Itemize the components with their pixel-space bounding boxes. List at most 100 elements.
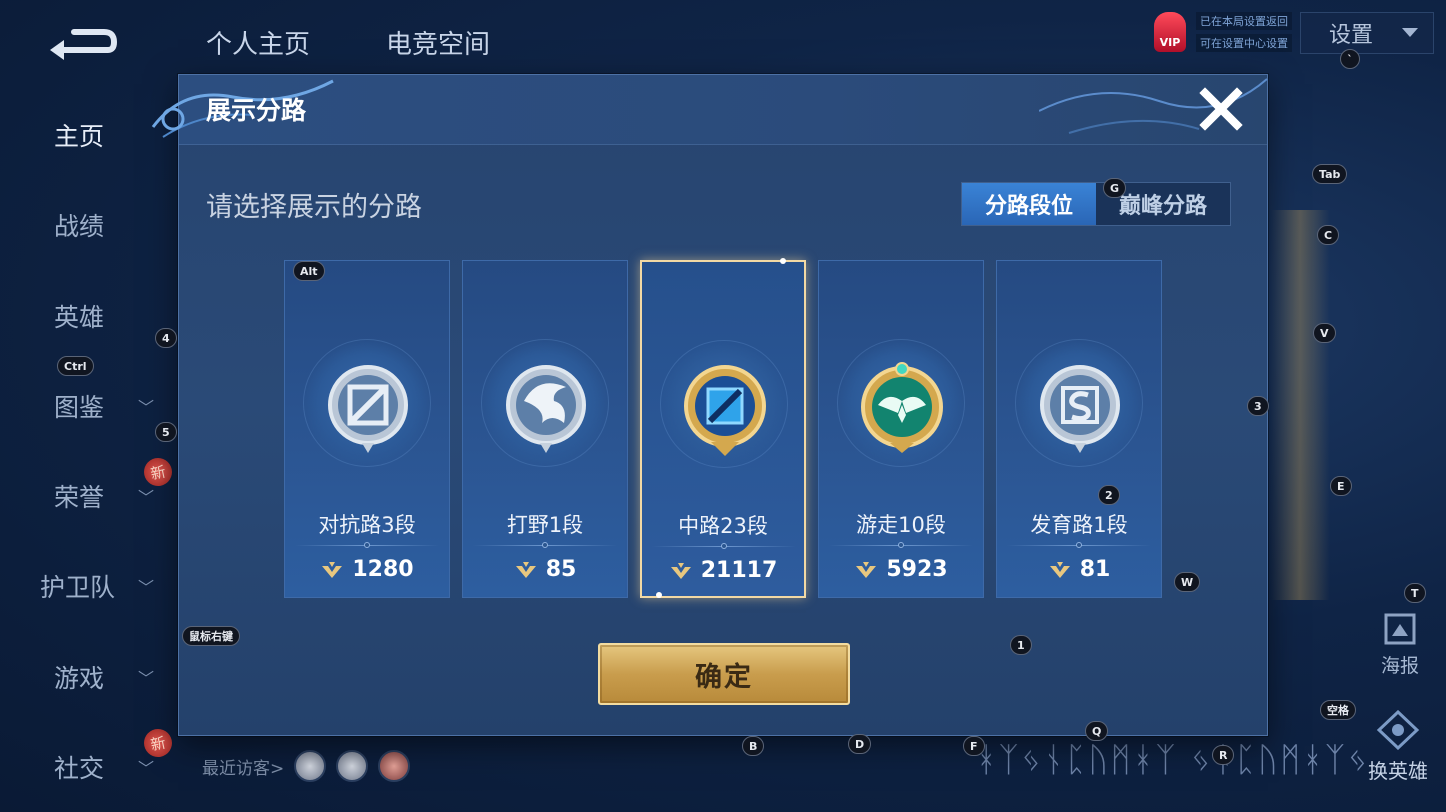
key-hint-3: 3 <box>1247 396 1269 416</box>
chevron-down-icon: ﹀ <box>138 488 155 507</box>
lane-card-score-value: 85 <box>545 557 577 582</box>
key-hint-4: 4 <box>155 328 177 348</box>
lane-card-score: 81 <box>997 557 1161 582</box>
key-hint-c: C <box>1317 225 1340 245</box>
settings-dropdown[interactable]: 设置 <box>1300 12 1434 54</box>
divider-dot <box>898 542 904 548</box>
sidebar-item-label: 护卫队 <box>40 573 116 602</box>
lane-card-score: 21117 <box>642 558 804 583</box>
key-hint-g: G <box>1103 178 1127 198</box>
lane-card-clash[interactable]: 对抗路3段 1280 <box>284 260 450 598</box>
key-hint-tab: Tab <box>1312 164 1348 184</box>
dialog-subtitle: 请选择展示的分路 <box>206 192 422 223</box>
key-hint-e: E <box>1330 476 1352 496</box>
key-hint-1: 1 <box>1010 635 1032 655</box>
chevron-down-icon: ﹀ <box>138 398 155 417</box>
confirm-button[interactable]: 确定 <box>598 643 850 705</box>
lane-card-mid[interactable]: 中路23段 21117 <box>640 258 806 598</box>
chevron-down-icon <box>1402 28 1418 37</box>
hero-backdrop-decoration <box>1270 210 1330 600</box>
lane-card-score-value: 81 <box>1079 557 1111 582</box>
lane-card-score-value: 1280 <box>352 557 414 582</box>
tab-esports-space[interactable]: 电竞空间 <box>386 24 490 61</box>
key-hint-v: V <box>1313 323 1336 343</box>
lane-card-score-value: 5923 <box>886 557 948 582</box>
sidebar: 主页 战绩 英雄 图鉴 ﹀ 荣誉新 ﹀ 护卫队 ﹀ 游戏 ﹀ 社交新 ﹀ <box>0 90 180 812</box>
lane-mode-toggle: 分路段位 巅峰分路 <box>961 182 1231 226</box>
lane-card-name: 对抗路3段 <box>318 513 416 537</box>
farm-lane-emblem-icon <box>1040 365 1120 453</box>
proficiency-icon <box>515 561 536 578</box>
clash-lane-emblem-icon <box>328 365 408 453</box>
avatar[interactable] <box>378 750 411 782</box>
key-hint-5: 5 <box>155 422 177 442</box>
sidebar-item-label: 战绩 <box>54 212 105 241</box>
key-hint-ctrl: Ctrl <box>57 356 94 376</box>
vip-icon: VIP <box>1154 12 1186 52</box>
recent-visitors-label: 最近访客> <box>202 758 285 779</box>
jungle-emblem-icon <box>506 365 586 453</box>
divider-dot <box>1076 542 1082 548</box>
sidebar-item-label: 图鉴 <box>54 393 105 422</box>
sidebar-item-guard-team[interactable]: 护卫队 ﹀ <box>0 556 180 616</box>
recent-visitors[interactable]: 最近访客> <box>202 750 411 782</box>
sidebar-item-social[interactable]: 社交新 ﹀ <box>0 726 180 797</box>
lane-card-farm[interactable]: 发育路1段 81 <box>996 260 1162 598</box>
sidebar-item-codex[interactable]: 图鉴 ﹀ <box>0 376 180 436</box>
swap-hero-icon <box>1376 709 1420 751</box>
display-lane-dialog: 展示分路 请选择展示的分路 分路段位 巅峰分路 对抗路3段 1280 打野1段 … <box>151 74 1268 736</box>
selection-corner-dot <box>656 592 662 598</box>
divider-dot <box>542 542 548 548</box>
lane-card-jungle[interactable]: 打野1段 85 <box>462 260 628 598</box>
lane-card-score: 5923 <box>819 557 983 582</box>
back-arrow-icon[interactable] <box>44 22 118 62</box>
proficiency-icon <box>1049 561 1070 578</box>
chevron-down-icon: ﹀ <box>138 578 155 597</box>
poster-label: 海报 <box>1380 655 1419 677</box>
key-hint-2: 2 <box>1098 485 1120 505</box>
key-hint-w: W <box>1174 572 1201 592</box>
sidebar-item-label: 英雄 <box>54 303 105 332</box>
sidebar-item-heroes[interactable]: 英雄 <box>0 286 180 346</box>
poster-icon <box>1384 613 1416 645</box>
key-hint-backtick: ` <box>1340 49 1360 69</box>
proficiency-icon <box>856 561 877 578</box>
selection-corner-dot <box>780 258 786 264</box>
sidebar-item-label: 荣誉 <box>54 483 105 512</box>
poster-button[interactable]: 海报 <box>1372 612 1428 682</box>
key-hint-b: B <box>742 736 765 756</box>
close-icon[interactable] <box>1197 85 1245 133</box>
tab-personal-home[interactable]: 个人主页 <box>206 24 310 61</box>
lane-card-name: 打野1段 <box>506 513 584 537</box>
key-hint-alt: Alt <box>293 261 325 281</box>
key-hint-space: 空格 <box>1320 700 1356 720</box>
lane-card-name: 发育路1段 <box>1030 513 1128 537</box>
sidebar-item-games[interactable]: 游戏 ﹀ <box>0 647 180 707</box>
vip-notice-line1: 已在本局设置返回 <box>1196 12 1292 30</box>
swap-hero-button[interactable]: 换英雄 <box>1362 709 1434 783</box>
key-hint-t: T <box>1404 583 1426 603</box>
key-hint-r: R <box>1212 745 1235 765</box>
sidebar-item-honor[interactable]: 荣誉新 ﹀ <box>0 455 180 526</box>
dialog-title: 展示分路 <box>206 96 307 125</box>
key-hint-right-click: 鼠标右键 <box>182 626 240 646</box>
lane-card-score: 85 <box>463 557 627 582</box>
lane-card-score: 1280 <box>285 557 449 582</box>
tab-lane-rank[interactable]: 分路段位 <box>962 183 1096 225</box>
mid-lane-emblem-icon <box>684 365 766 456</box>
vip-notice: VIP 已在本局设置返回 可在设置中心设置 <box>1148 8 1292 58</box>
lane-card-name: 中路23段 <box>678 514 768 538</box>
chevron-down-icon: ﹀ <box>138 759 155 778</box>
sidebar-item-label: 主页 <box>54 122 105 151</box>
sidebar-item-records[interactable]: 战绩 <box>0 195 180 255</box>
lane-card-roam[interactable]: 游走10段 5923 <box>818 260 984 598</box>
avatar[interactable] <box>294 750 327 782</box>
avatar[interactable] <box>336 750 369 782</box>
sidebar-item-label: 社交 <box>54 754 105 783</box>
roam-emblem-icon <box>861 362 943 453</box>
proficiency-icon <box>322 561 343 578</box>
key-hint-f: F <box>963 736 985 756</box>
key-hint-q: Q <box>1085 721 1109 741</box>
proficiency-icon <box>670 562 691 579</box>
chevron-down-icon: ﹀ <box>138 669 155 688</box>
